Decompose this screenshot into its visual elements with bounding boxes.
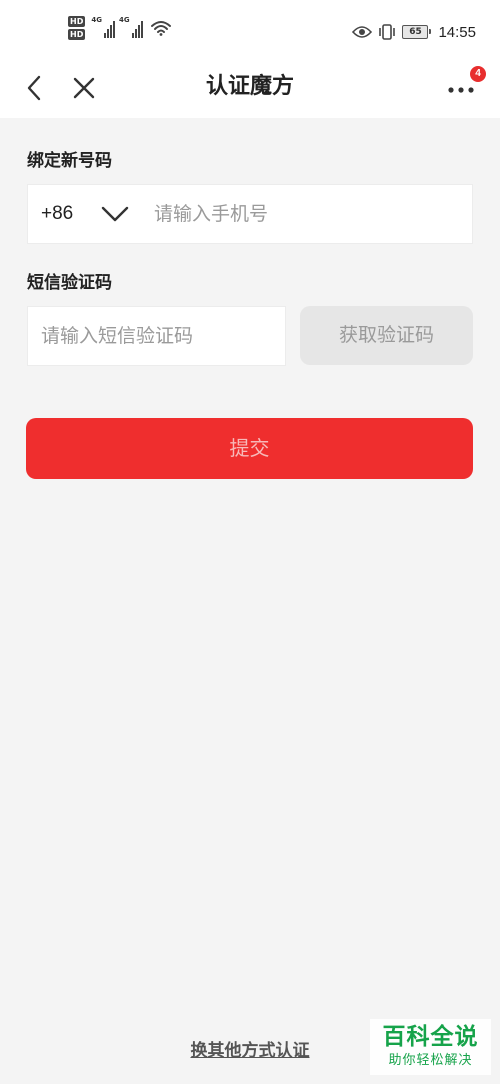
back-arrow-icon <box>27 75 41 101</box>
network-type-label: 4G <box>118 16 130 24</box>
battery-icon: 65 <box>402 25 432 39</box>
status-bar-left: HD HD 4G 4G <box>68 16 171 46</box>
submit-button[interactable]: 提交 <box>26 418 473 479</box>
watermark-title: 百科全说 <box>382 1024 479 1050</box>
eye-icon <box>352 26 373 38</box>
watermark-subtitle: 助你轻松解决 <box>388 1053 473 1068</box>
country-code-dropdown[interactable] <box>100 202 130 226</box>
country-code[interactable]: +86 <box>41 185 73 243</box>
network-type-label: 4G <box>91 16 102 24</box>
notification-badge: 4 <box>470 66 486 82</box>
vibrate-icon <box>379 24 396 40</box>
hd-badge: HD <box>68 29 86 40</box>
back-button[interactable] <box>16 70 52 106</box>
phone-field-container: +86 <box>27 184 473 244</box>
hd-badge: HD <box>68 16 86 27</box>
sms-section-label: 短信验证码 <box>27 273 112 293</box>
status-time: 14:55 <box>438 23 476 41</box>
header-area: HD HD 4G 4G 65 14:55 认证魔方 4 <box>0 0 500 118</box>
more-button[interactable]: 4 <box>442 66 486 110</box>
get-code-button[interactable]: 获取验证码 <box>300 306 473 365</box>
wifi-icon <box>150 21 171 36</box>
signal-icon: 4G <box>119 16 143 38</box>
nav-bar: 认证魔方 4 <box>0 60 500 116</box>
signal-icon: 4G <box>91 16 115 38</box>
sms-code-field-container <box>27 306 286 366</box>
hd-badge-stack: HD HD <box>68 16 86 40</box>
status-bar-right: 65 14:55 <box>352 20 476 44</box>
sms-code-input[interactable] <box>41 307 277 365</box>
chevron-down-icon <box>101 206 129 222</box>
status-bar: HD HD 4G 4G 65 14:55 <box>0 0 500 60</box>
watermark: 百科全说 助你轻松解决 <box>370 1019 491 1075</box>
battery-level: 65 <box>409 27 422 37</box>
close-button[interactable] <box>66 70 102 106</box>
close-icon <box>73 77 95 99</box>
phone-section-label: 绑定新号码 <box>27 151 112 171</box>
phone-input[interactable] <box>154 185 464 243</box>
